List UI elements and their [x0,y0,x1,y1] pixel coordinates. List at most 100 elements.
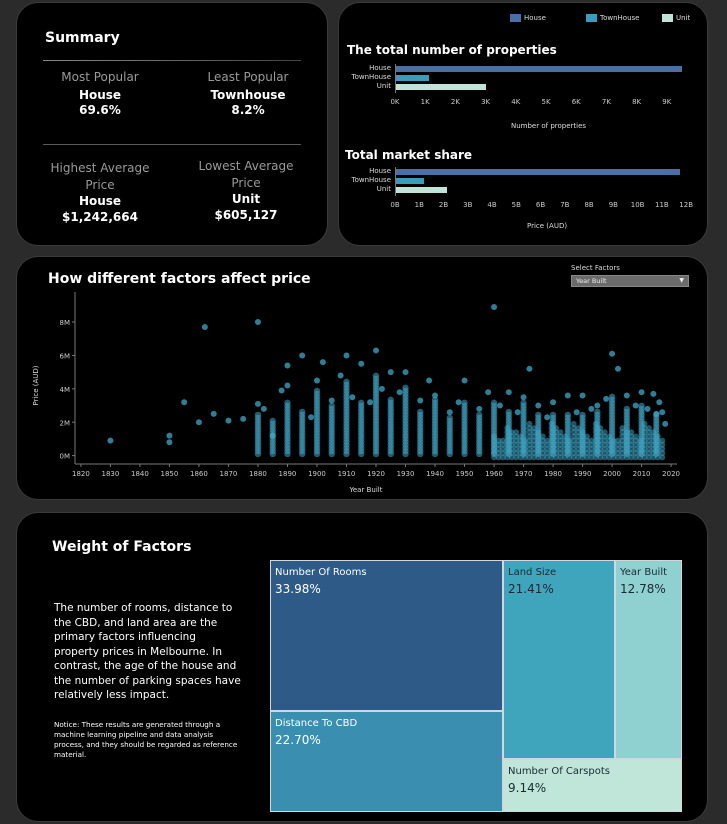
data-point [603,395,610,402]
x-tick-label: 2010 [633,470,651,478]
data-point [201,324,208,331]
count-chart-tick-label: 0K [390,98,400,106]
data-point [284,362,291,369]
data-point [328,397,335,404]
share-chart-label: Unit [376,185,391,193]
data-point [166,432,173,439]
data-point [432,392,439,399]
data-point [210,410,217,417]
data-point [461,377,468,384]
data-point [594,402,601,409]
x-tick-label: 1880 [249,470,267,478]
data-point [461,399,468,407]
x-axis-title: Year Built [349,486,383,494]
data-point [387,396,394,404]
data-point [358,399,365,407]
share-chart-label: House [369,167,391,175]
data-point [520,394,527,401]
summary-divider-top [43,60,301,61]
tile-number-of-rooms[interactable]: Number Of Rooms 33.98% [270,560,503,711]
tile-value: 22.70% [275,733,321,747]
y-tick-label: 6M [60,352,71,360]
data-point [476,411,483,419]
share-chart-tick-label: 9B [608,201,618,209]
count-chart-label: TownHouse [351,73,391,81]
data-point [299,408,306,416]
tile-land-size[interactable]: Land Size 21.41% [503,560,615,759]
data-point [240,415,247,422]
share-chart-tick-label: 4B [487,201,497,209]
x-tick-label: 1950 [456,470,474,478]
data-point [544,414,551,421]
legend-item-house[interactable]: House [510,14,546,22]
data-point [225,417,232,424]
data-point [455,399,462,406]
data-point [284,399,291,407]
share-chart-bar[interactable] [395,178,425,184]
count-chart-bar[interactable] [395,75,429,81]
data-point [526,365,533,372]
data-point [579,429,586,436]
share-chart-tick-label: 12B [679,201,693,209]
tile-number-of-carspots[interactable]: Number Of Carspots 9.14% [503,759,682,812]
lowest-price-value: $605,127 [214,208,278,222]
share-chart-bar[interactable] [395,187,448,193]
share-chart-bar[interactable] [395,169,681,175]
tile-year-built[interactable]: Year Built 12.78% [615,560,682,759]
x-tick-label: 1970 [515,470,533,478]
data-point [107,437,114,444]
y-tick-label: 8M [60,319,71,327]
data-point [614,365,621,372]
data-point [594,408,601,416]
data-point [550,399,557,406]
y-axis-title: Price (AUD) [32,365,40,405]
share-chart-tick-label: 8B [584,201,594,209]
data-point [539,433,546,440]
tile-name: Year Built [620,567,668,578]
tile-distance-to-cbd[interactable]: Distance To CBD 22.70% [270,711,503,812]
data-point [254,411,262,419]
count-chart-tick-label: 9K [662,98,672,106]
x-tick-label: 2000 [603,470,621,478]
data-point [319,359,326,366]
data-point [623,392,630,399]
data-point [513,429,520,436]
count-chart-bar[interactable] [395,66,682,72]
highest-price-type: House [78,194,122,208]
data-point [535,411,542,419]
lowest-price-label-2: Price [231,176,261,190]
data-point [638,402,645,410]
legend-label-townhouse: TownHouse [600,14,640,22]
data-point [476,405,483,412]
data-point [254,400,261,407]
x-tick-label: 1990 [574,470,592,478]
data-point [387,369,394,376]
x-tick-label: 1820 [72,470,90,478]
count-chart-bar[interactable] [395,84,487,90]
data-point [343,352,350,359]
legend-item-unit[interactable]: Unit [662,14,690,22]
data-point [358,360,365,367]
data-point [504,425,511,432]
data-point [446,414,453,422]
tile-value: 21.41% [508,582,554,596]
data-point [402,369,409,376]
data-point [650,429,657,436]
data-point [343,378,350,386]
data-point [195,419,202,426]
data-point [662,420,669,427]
data-point [583,433,590,440]
data-point [446,409,453,416]
data-point [166,439,173,446]
count-chart-tick-label: 2K [450,98,460,106]
count-chart-tick-label: 1K [420,98,430,106]
tile-value: 33.98% [275,582,321,596]
tile-name: Number Of Carspots [508,766,610,777]
data-point [313,387,321,395]
data-point [659,437,666,444]
legend-item-townhouse[interactable]: TownHouse [586,14,639,22]
y-tick-label: 2M [60,419,71,427]
data-point [396,389,403,396]
data-point [588,405,595,412]
data-point [378,385,385,392]
